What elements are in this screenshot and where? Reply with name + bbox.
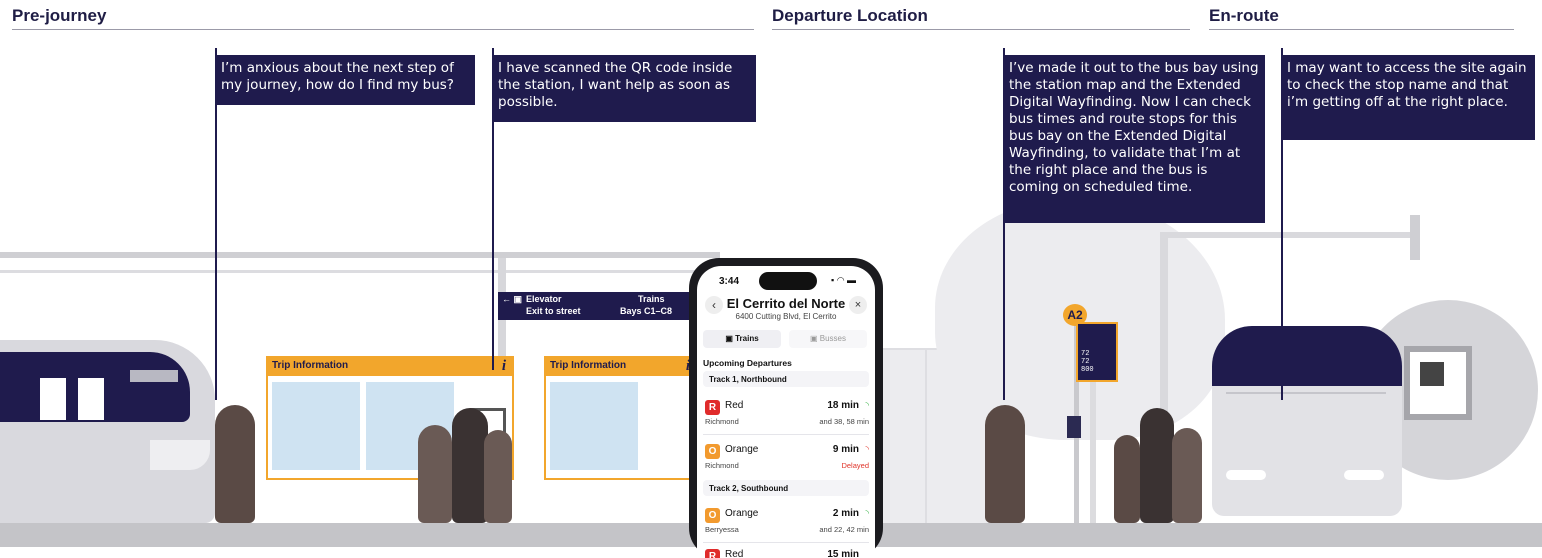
destination: Berryessa [705,525,739,534]
line-name: Red [725,549,744,558]
bus-times-display: 72 72 800 [1076,322,1118,382]
section-divider [1209,29,1514,30]
section-title-departure-location: Departure Location [772,6,928,25]
section-divider [772,29,1190,30]
line-badge: R [705,400,720,415]
elevator-label: Elevator [526,294,562,304]
arrow-left-icon: ← ▣ [502,294,523,304]
wayfinding-sign: ← ▣ Elevator Exit to street Trains Bays … [498,292,690,320]
line-badge: R [705,549,720,558]
map-panel [272,382,360,470]
exit-label: Exit to street [526,306,581,316]
qr-code-icon [1067,416,1081,438]
track-label: Track 2, Southbound [709,484,789,493]
section-title-en-route: En-route [1209,6,1279,25]
status-time: 3:44 [719,276,740,287]
status-icons: ▪ ◠ ▬ [831,275,857,285]
departure-row[interactable]: O Orange Richmond 9 min ◝ Delayed [697,438,875,476]
eta: 2 min [832,508,859,519]
kiosk-title: Trip Information [550,360,627,371]
departure-row[interactable]: R Red Richmond 18 min ◝ and 38, 58 min [697,394,875,432]
more-times: and 38, 58 min [819,417,869,426]
phone-screen: 3:44 ▪ ◠ ▬ ‹ × El Cerrito del Norte 6400… [697,266,875,558]
callout-pre-journey-anxious: I’m anxious about the next step of my jo… [215,55,475,105]
bays-label: Bays C1–C8 [620,306,673,316]
line-badge: O [705,508,720,523]
station-name: El Cerrito del Norte [726,296,846,311]
trip-information-kiosk: Trip Information i [544,356,698,480]
line-name: Orange [725,508,759,519]
destination: Richmond [705,417,739,426]
tab-busses[interactable]: ▣ Busses [789,330,867,348]
callout-en-route: I may want to access the site again to c… [1281,55,1535,140]
qr-code-icon [1420,362,1444,386]
eta: 18 min [827,400,859,411]
tab-trains[interactable]: ▣ Trains [703,330,781,348]
destination: Richmond [705,461,739,470]
dynamic-island [759,272,817,290]
trains-label: Trains [638,294,665,304]
track-label: Track 1, Northbound [709,375,787,384]
info-icon: i [501,358,506,374]
delayed-status: Delayed [841,461,869,470]
smartphone: 3:44 ▪ ◠ ▬ ‹ × El Cerrito del Norte 6400… [689,258,883,558]
eta: 15 min [827,549,859,558]
live-signal-icon: ◝ [865,444,870,454]
upcoming-departures-label: Upcoming Departures [703,358,792,368]
eta: 9 min [832,444,859,455]
section-divider [12,29,754,30]
callout-scanned-qr: I have scanned the QR code inside the st… [492,55,756,122]
callout-bus-bay: I’ve made it out to the bus bay using th… [1003,55,1265,223]
section-title-pre-journey: Pre-journey [12,6,107,25]
map-panel [550,382,638,470]
line-badge: O [705,444,720,459]
live-signal-icon: ◝ [865,400,870,410]
more-times: and 22, 42 min [819,525,869,534]
departure-row[interactable]: O Orange Berryessa 2 min ◝ and 22, 42 mi… [697,502,875,540]
line-name: Red [725,400,744,411]
live-signal-icon: ◝ [865,508,870,518]
station-address: 6400 Cutting Blvd, El Cerrito [735,312,837,321]
kiosk-title: Trip Information [272,360,349,371]
line-name: Orange [725,444,759,455]
